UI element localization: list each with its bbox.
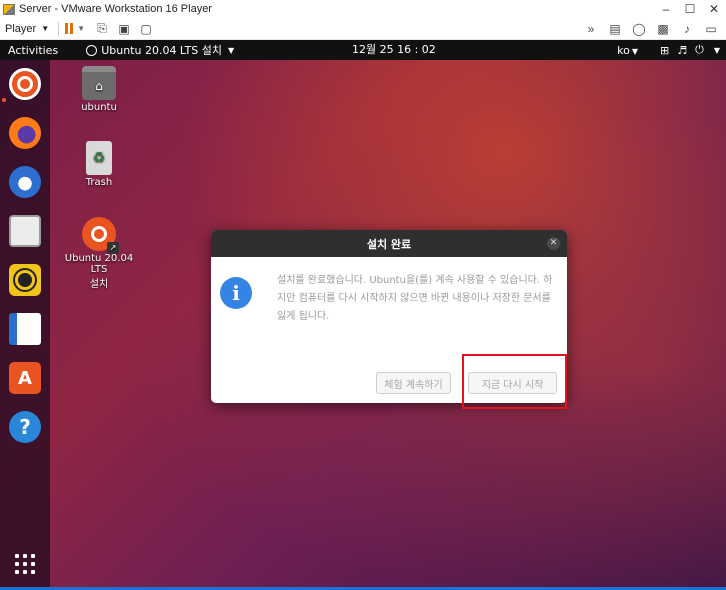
dock: A ?	[0, 60, 50, 587]
clock[interactable]: 12월 25 16 : 02	[352, 40, 436, 60]
system-tray[interactable]: ko ▼ ⊞ ♬ ⏻ ▼	[617, 40, 726, 60]
input-method-indicator[interactable]: ko ▼	[617, 44, 638, 57]
volume-icon: ♬	[677, 43, 688, 57]
libreoffice-writer-icon[interactable]	[9, 313, 41, 345]
dialog-title: 설치 완료	[366, 237, 412, 251]
files-icon[interactable]	[9, 215, 41, 247]
thunderbird-icon[interactable]	[9, 166, 41, 198]
info-icon: i	[220, 277, 252, 309]
chevron-down-icon: ▼	[228, 45, 235, 55]
close-button[interactable]: ✕	[702, 0, 726, 18]
gnome-topbar: Activities Ubuntu 20.04 LTS 설치 ▼ 12월 25 …	[0, 40, 726, 60]
desktop-icon-label: Trash	[85, 177, 113, 188]
chevron-down-icon: ▼	[631, 46, 639, 56]
device-status-tray: » ▤ ◯ ▩ ♪ ▭	[580, 18, 726, 40]
vmware-app-icon	[3, 3, 15, 15]
trash-icon: ♻	[86, 141, 112, 175]
ubuntu-software-icon[interactable]: A	[9, 362, 41, 394]
power-icon: ⏻	[695, 43, 704, 56]
cd-rom-icon[interactable]: ◯	[628, 18, 650, 40]
input-method-label: ko	[617, 43, 630, 57]
hard-disk-icon[interactable]: ▤	[604, 18, 626, 40]
desktop-icon-label: ubuntu	[81, 102, 117, 113]
app-menu[interactable]: Ubuntu 20.04 LTS 설치 ▼	[86, 42, 234, 58]
vmware-titlebar: Server - VMware Workstation 16 Player – …	[0, 0, 726, 18]
send-ctrl-alt-del-icon[interactable]: ⎘	[91, 18, 113, 40]
show-applications-icon[interactable]	[9, 548, 41, 580]
chevron-down-icon: ▼	[713, 45, 720, 55]
window-title: Server - VMware Workstation 16 Player	[19, 3, 212, 15]
shortcut-arrow-icon: ↗	[107, 242, 119, 254]
dialog-message: 설치를 완료했습니다. Ubuntu을(를) 계속 사용할 수 있습니다. 하지…	[277, 275, 553, 322]
activities-button[interactable]: Activities	[0, 44, 66, 57]
minimize-button[interactable]: –	[654, 0, 678, 18]
network-adapter-icon[interactable]: ▩	[652, 18, 674, 40]
desktop-icon-installer[interactable]: ↗ Ubuntu 20.04 LTS 설치	[56, 217, 142, 290]
fullscreen-icon[interactable]: ▣	[113, 18, 135, 40]
network-icon: ⊞	[660, 43, 670, 57]
ubuntu-installer-icon[interactable]	[9, 68, 41, 100]
close-icon[interactable]: ✕	[547, 237, 560, 250]
home-folder-icon: ⌂	[82, 66, 116, 100]
player-menu[interactable]: Player ▼	[0, 23, 54, 35]
desktop-icon-trash[interactable]: ♻ Trash	[56, 141, 142, 188]
app-menu-label: Ubuntu 20.04 LTS 설치	[101, 44, 222, 57]
dialog-header: 설치 완료 ✕	[211, 230, 567, 257]
player-menu-label: Player	[5, 22, 37, 35]
toolbar-divider	[58, 21, 60, 36]
installer-app-icon	[86, 44, 98, 56]
vmware-toolbar: Player ▼ ▼ ⎘ ▣ ▢ » ▤ ◯ ▩ ♪ ▭	[0, 18, 726, 40]
continue-testing-button[interactable]: 체험 계속하기	[376, 372, 451, 394]
sound-card-icon[interactable]: ♪	[676, 18, 698, 40]
unity-icon[interactable]: ▢	[135, 18, 157, 40]
desktop-icon-label: Ubuntu 20.04 LTS 설치	[64, 253, 134, 290]
firefox-icon[interactable]	[9, 117, 41, 149]
rhythmbox-icon[interactable]	[9, 264, 41, 296]
installer-icon: ↗	[82, 217, 119, 254]
desktop-icon-home[interactable]: ⌂ ubuntu	[56, 66, 142, 113]
forward-icon[interactable]: »	[580, 18, 602, 40]
chevron-down-icon: ▼	[41, 24, 50, 33]
annotation-highlight-box	[462, 354, 567, 409]
maximize-button[interactable]: ☐	[678, 0, 702, 18]
running-indicator	[2, 98, 6, 102]
display-icon[interactable]: ▭	[700, 18, 722, 40]
help-icon[interactable]: ?	[9, 411, 41, 443]
pause-dropdown-icon[interactable]: ▼	[77, 24, 85, 33]
pause-icon[interactable]	[65, 23, 74, 34]
